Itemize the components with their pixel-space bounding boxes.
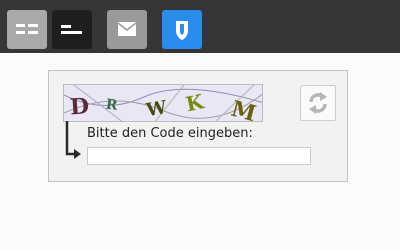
captcha-letter: D [69, 93, 90, 120]
mail-button[interactable] [107, 10, 147, 49]
layout-icon [16, 24, 38, 34]
captcha-letter: K [184, 89, 207, 116]
top-toolbar [0, 0, 400, 53]
refresh-captcha-button[interactable] [300, 85, 336, 121]
captcha-letter: W [144, 97, 169, 122]
captcha-letter: R [105, 97, 119, 115]
down-right-arrow-icon [65, 121, 81, 159]
captcha-image: D R W K M [63, 84, 263, 122]
code-prompt-label: Bitte den Code eingeben: [87, 126, 253, 141]
shield-icon [176, 21, 188, 40]
captcha-panel: D R W K M Bitte den Code eingeben: [48, 70, 348, 182]
collapse-icon [61, 25, 82, 34]
layout-button[interactable] [7, 10, 47, 49]
refresh-icon [309, 92, 327, 114]
mail-icon [117, 22, 137, 36]
captcha-code-input[interactable] [87, 147, 311, 165]
shield-button[interactable] [162, 10, 202, 49]
collapse-button[interactable] [52, 10, 92, 49]
